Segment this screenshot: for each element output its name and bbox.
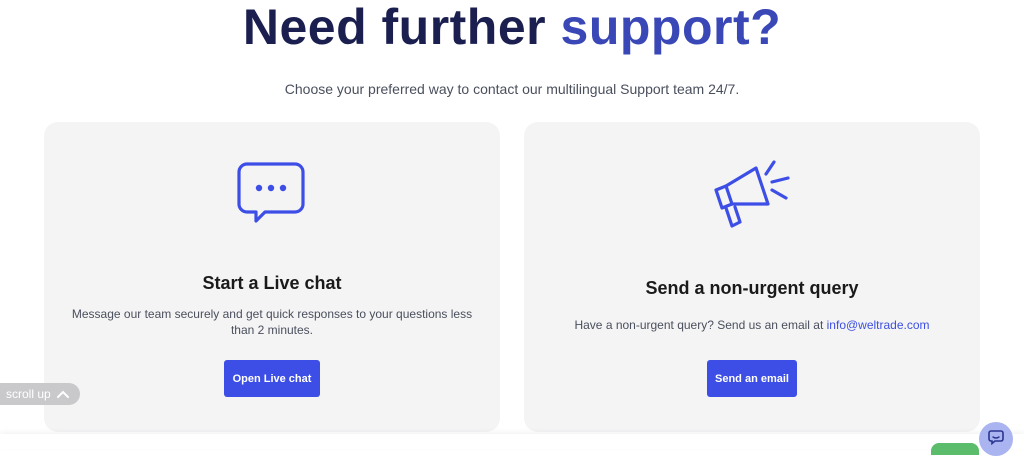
- live-chat-description: Message our team securely and get quick …: [71, 307, 473, 337]
- page-title: Need further support?: [0, 0, 1024, 60]
- scroll-up-label: scroll up: [6, 387, 51, 401]
- green-widget-tab[interactable]: [931, 443, 979, 455]
- chat-widget-button[interactable]: [979, 422, 1013, 456]
- send-email-button[interactable]: Send an email: [707, 360, 797, 397]
- scroll-up-button[interactable]: scroll up: [0, 383, 80, 405]
- live-chat-card: Start a Live chat Message our team secur…: [44, 122, 500, 432]
- page-subtitle: Choose your preferred way to contact our…: [284, 81, 740, 97]
- bottom-bar: [0, 434, 1024, 449]
- chevron-up-icon: [51, 383, 69, 405]
- chat-widget-icon: [988, 429, 1004, 450]
- open-live-chat-button[interactable]: Open Live chat: [224, 360, 320, 397]
- email-query-card: Send a non-urgent query Have a non-urgen…: [524, 122, 980, 432]
- live-chat-title: Start a Live chat: [202, 273, 342, 293]
- title-part-2: support?: [560, 0, 782, 55]
- email-query-text: Have a non-urgent query? Send us an emai…: [574, 318, 824, 332]
- megaphone-icon: [710, 158, 794, 237]
- title-part-1: Need further: [242, 0, 547, 55]
- email-query-title: Send a non-urgent query: [645, 278, 859, 298]
- support-email-link[interactable]: info@weltrade.com: [827, 318, 930, 332]
- chat-bubble-icon: [235, 160, 307, 231]
- email-query-description: Have a non-urgent query? Send us an emai…: [544, 317, 960, 333]
